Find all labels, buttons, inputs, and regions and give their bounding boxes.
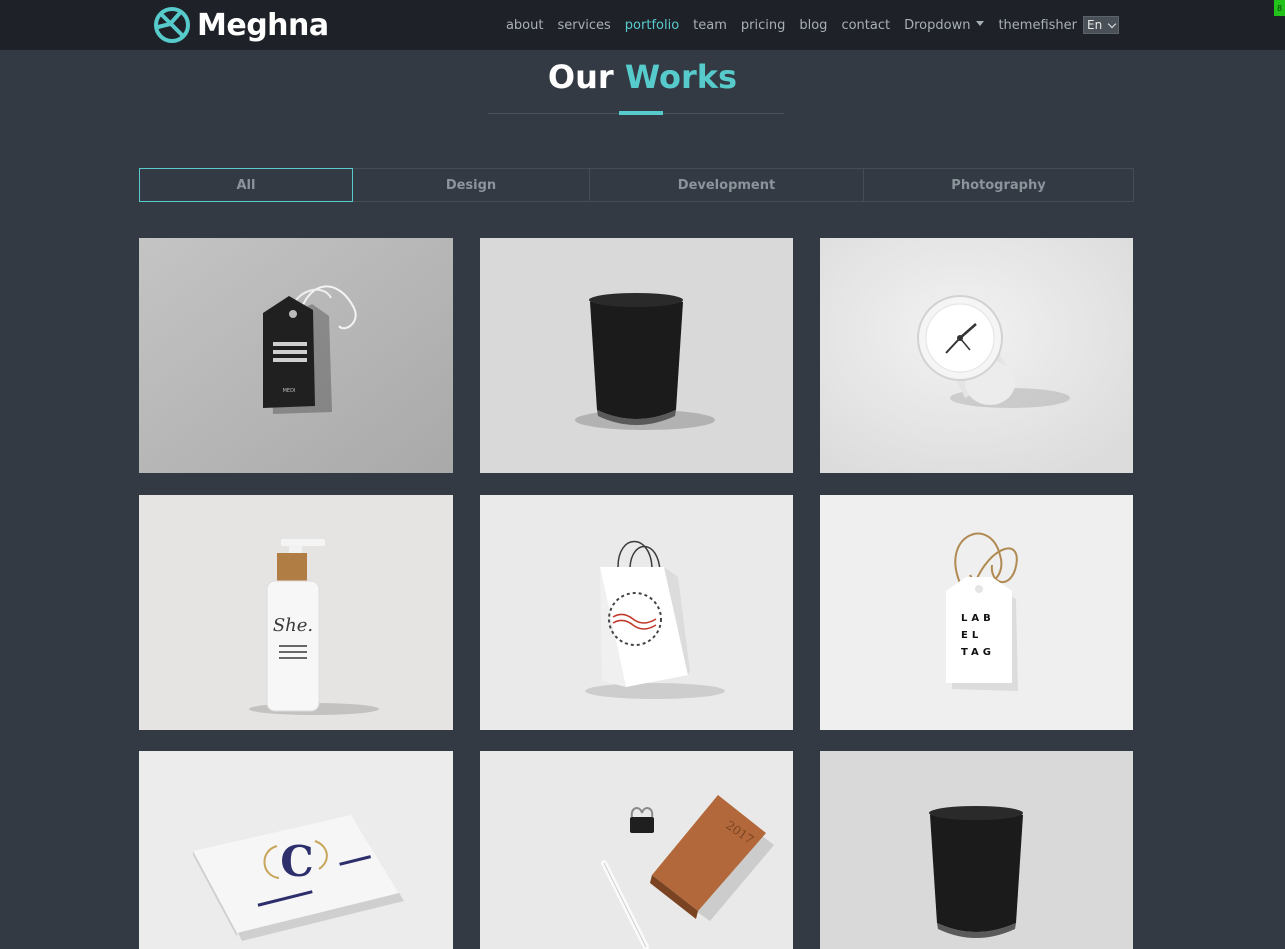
filter-all[interactable]: All xyxy=(139,168,353,202)
portfolio-item-shampoo-bottle[interactable]: She. xyxy=(139,495,453,730)
bottle-label: She. xyxy=(273,615,313,636)
nav-item-team[interactable]: team xyxy=(693,18,727,33)
portfolio-item-business-card[interactable]: C xyxy=(139,751,453,949)
nav-item-themefisher[interactable]: themefisher xyxy=(998,18,1077,33)
brand-name: Meghna xyxy=(197,7,329,43)
tag-line-3: TAG xyxy=(961,647,995,658)
portfolio-item-desk-clock[interactable] xyxy=(820,238,1133,473)
nav-item-about[interactable]: about xyxy=(506,18,544,33)
nav-item-pricing[interactable]: pricing xyxy=(741,18,785,33)
portfolio-filters: All Design Development Photography xyxy=(139,168,1134,202)
card-letter: C xyxy=(280,837,313,886)
corner-badge: 8 xyxy=(1274,0,1285,16)
nav-item-contact[interactable]: contact xyxy=(841,18,890,33)
section-title: Our Works xyxy=(0,58,1285,96)
desk-clock-image xyxy=(820,238,1133,473)
nav-menu: about services portfolio team pricing bl… xyxy=(492,0,1119,50)
portfolio-item-hang-tag[interactable]: MEDI xyxy=(139,238,453,473)
dropdown-label: Dropdown xyxy=(904,17,971,33)
portfolio-item-notebook[interactable]: 2017 xyxy=(480,751,793,949)
nav-item-dropdown[interactable]: Dropdown xyxy=(904,17,985,33)
nav-item-blog[interactable]: blog xyxy=(799,18,827,33)
navbar: Meghna about services portfolio team pri… xyxy=(0,0,1285,50)
business-card-image: C xyxy=(139,751,453,949)
portfolio-item-speaker[interactable] xyxy=(480,238,793,473)
filter-development[interactable]: Development xyxy=(589,168,864,202)
nav-item-services[interactable]: services xyxy=(557,18,610,33)
tag-line-1: LAB xyxy=(961,613,995,624)
shopping-bag-image xyxy=(480,495,793,730)
language-value: En xyxy=(1087,18,1103,32)
portfolio-item-label-tag[interactable]: LAB EL TAG xyxy=(820,495,1133,730)
title-plain: Our xyxy=(547,58,614,96)
logo-icon xyxy=(154,7,190,43)
shampoo-bottle-image: She. xyxy=(139,495,453,730)
hang-tag-image: MEDI xyxy=(139,238,453,473)
filter-photography[interactable]: Photography xyxy=(863,168,1134,202)
chevron-down-icon xyxy=(1107,19,1117,28)
title-underline xyxy=(619,111,663,115)
label-tag-image: LAB EL TAG xyxy=(820,495,1133,730)
tag-text: MEDI xyxy=(283,388,296,394)
caret-down-icon xyxy=(976,20,985,26)
language-select[interactable]: En xyxy=(1083,16,1119,34)
portfolio-item-speaker-2[interactable] xyxy=(820,751,1133,949)
tag-line-2: EL xyxy=(961,630,982,641)
notebook-image: 2017 xyxy=(480,751,793,949)
speaker-image-2 xyxy=(820,751,1133,949)
speaker-image xyxy=(480,238,793,473)
filter-design[interactable]: Design xyxy=(352,168,590,202)
title-accent: Works xyxy=(624,58,738,96)
portfolio-item-shopping-bag[interactable] xyxy=(480,495,793,730)
nav-item-portfolio[interactable]: portfolio xyxy=(625,18,679,33)
brand-logo[interactable]: Meghna xyxy=(153,5,329,45)
